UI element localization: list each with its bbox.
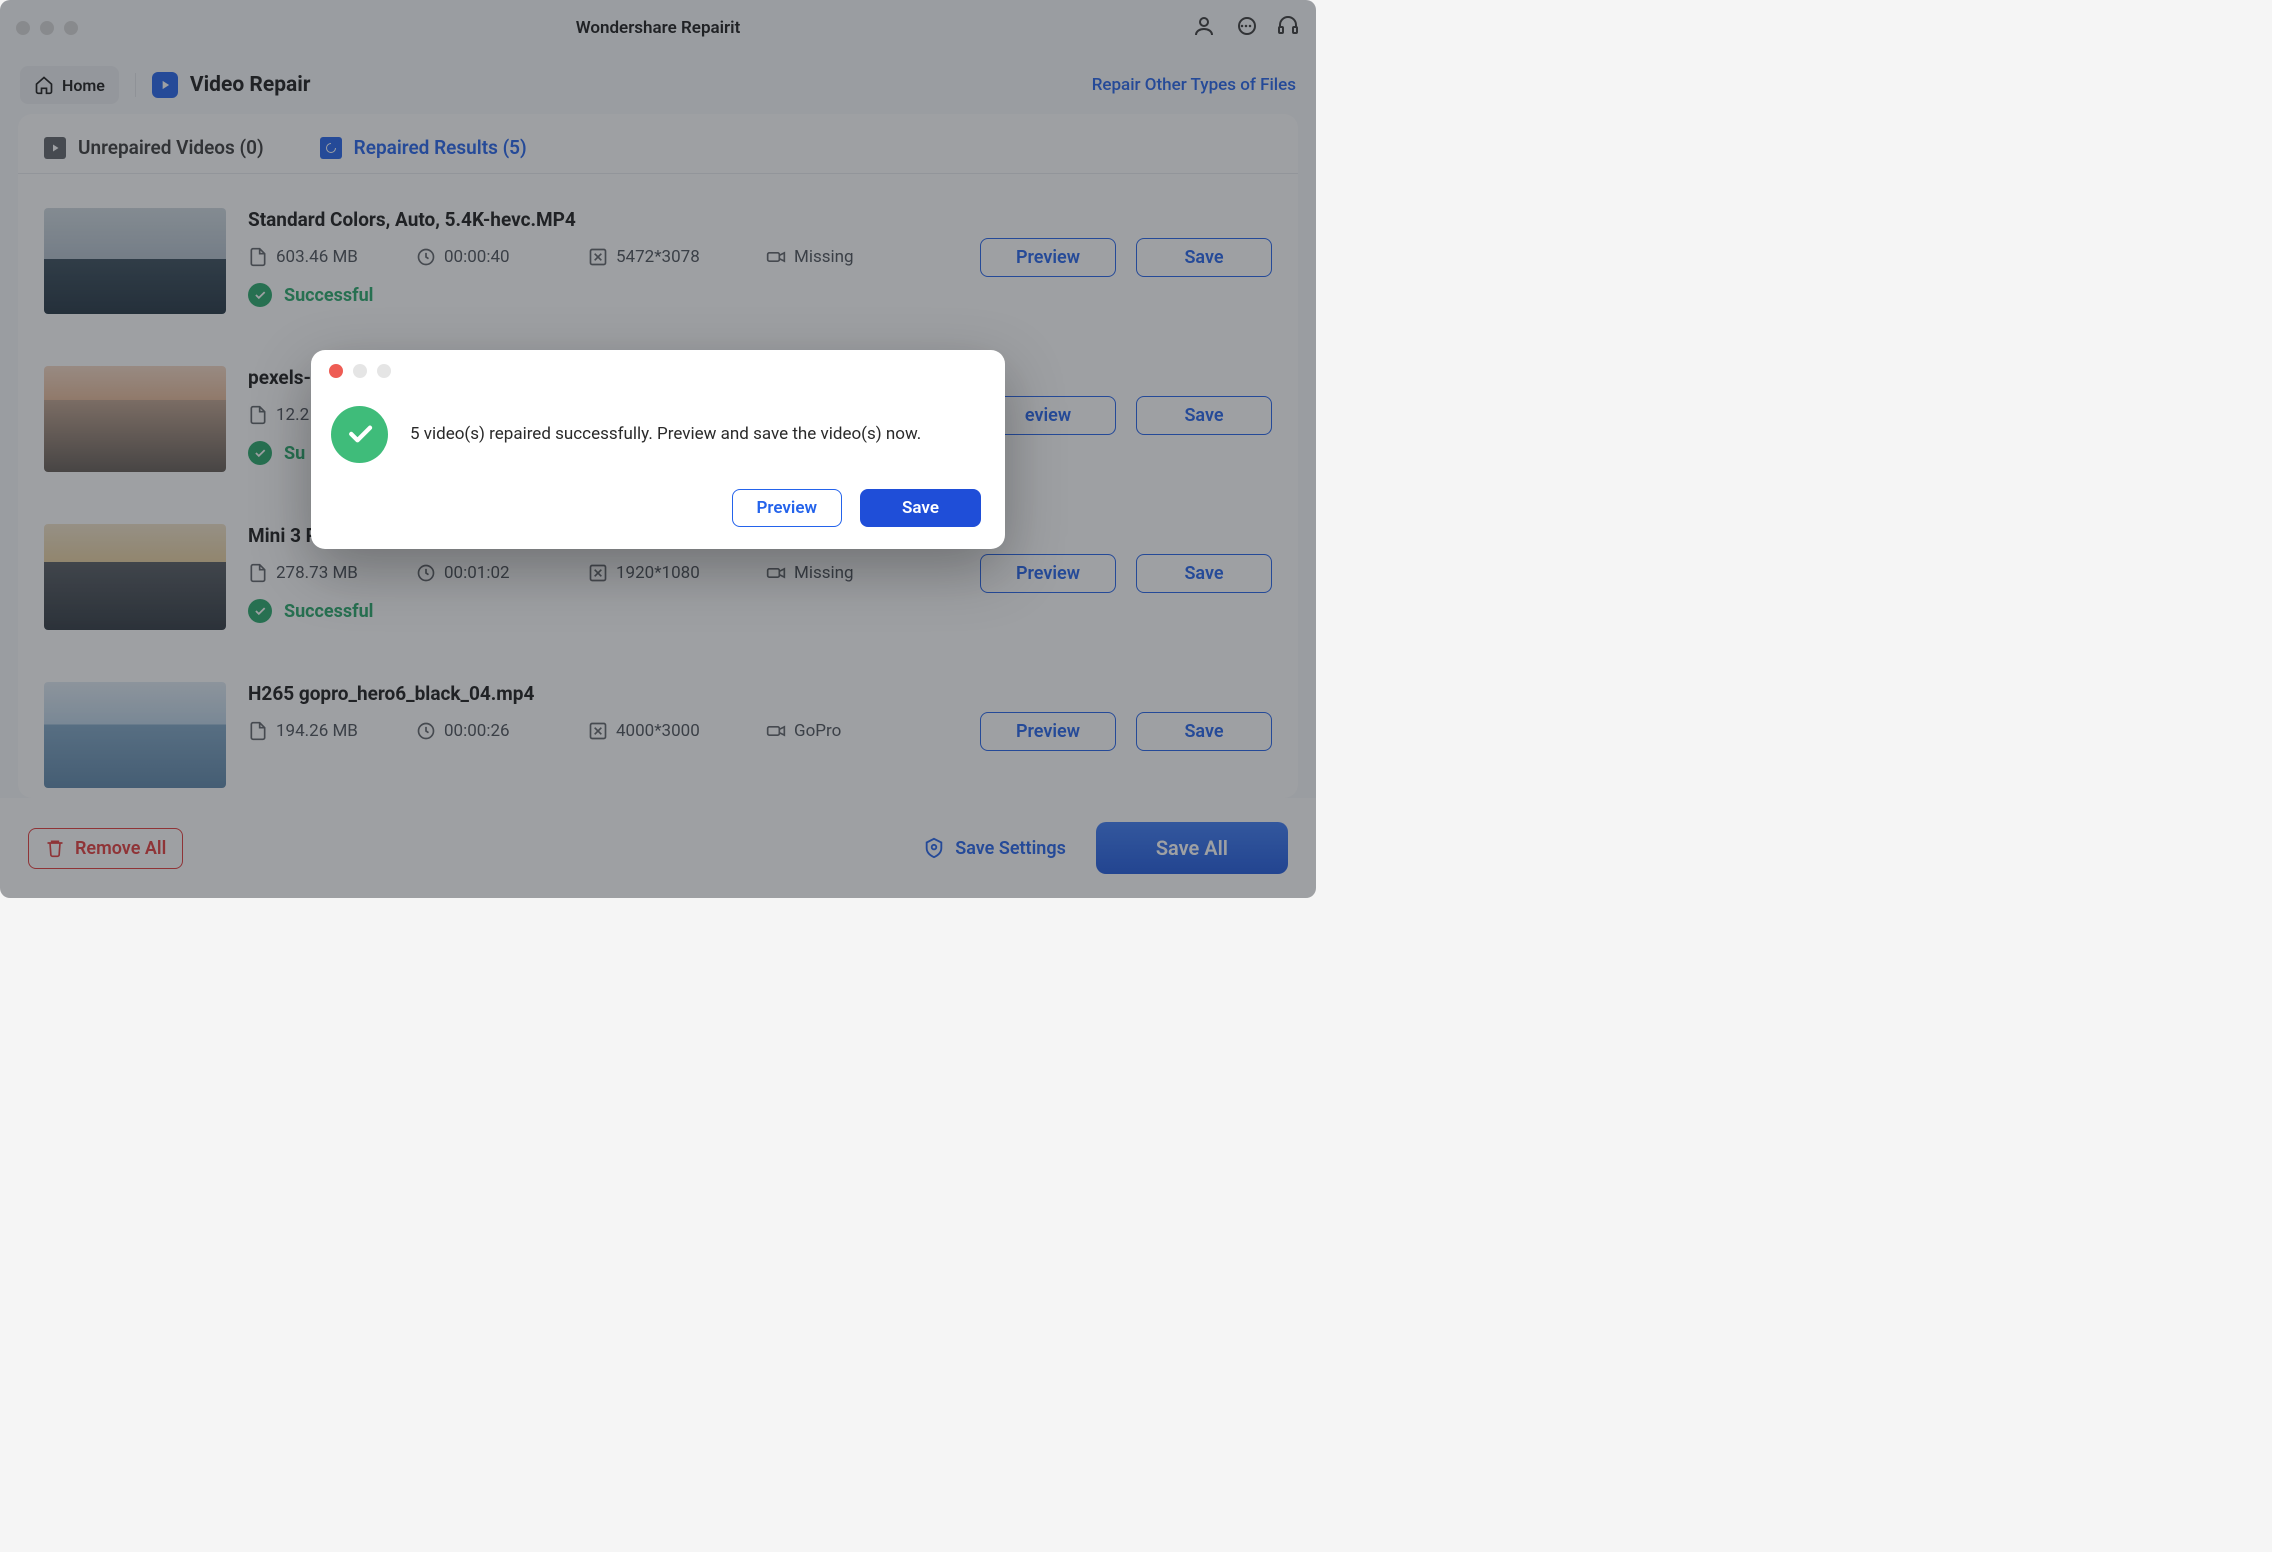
modal-overlay: 5 video(s) repaired successfully. Previe… xyxy=(0,0,1316,898)
dialog-maximize-icon xyxy=(377,364,391,378)
dialog-preview-button[interactable]: Preview xyxy=(732,489,843,527)
dialog-message: 5 video(s) repaired successfully. Previe… xyxy=(410,424,921,444)
success-check-icon xyxy=(331,406,388,463)
dialog-close-icon[interactable] xyxy=(329,364,343,378)
dialog: 5 video(s) repaired successfully. Previe… xyxy=(311,350,1005,549)
dialog-window-controls xyxy=(329,364,987,378)
dialog-save-button[interactable]: Save xyxy=(860,489,981,527)
dialog-minimize-icon xyxy=(353,364,367,378)
